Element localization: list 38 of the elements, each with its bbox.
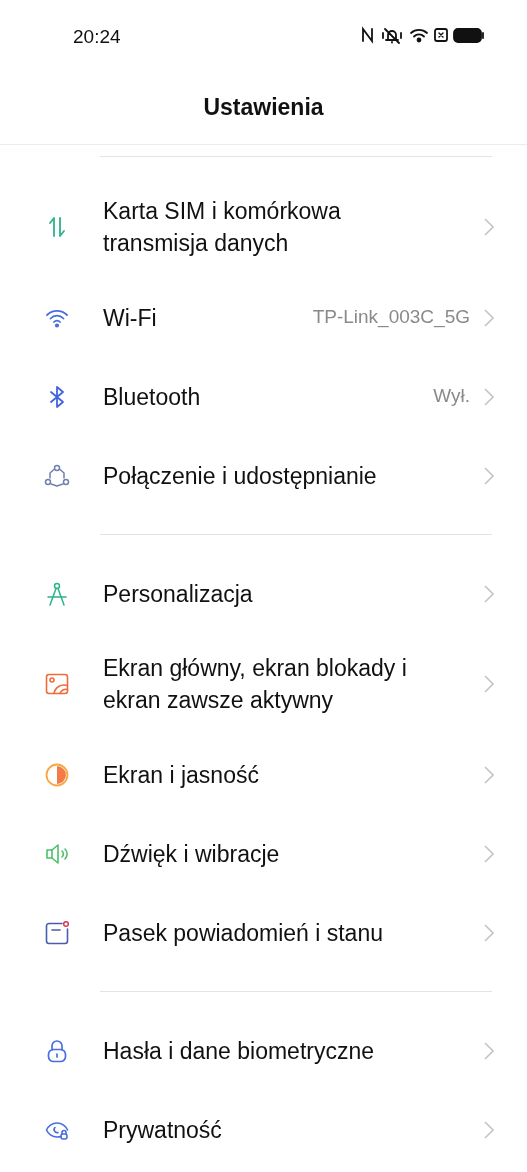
chevron-icon bbox=[484, 1041, 494, 1060]
chevron-icon bbox=[484, 308, 494, 327]
settings-row[interactable]: Personalizacja bbox=[0, 554, 527, 633]
row-label: Połączenie i udostępnianie bbox=[103, 461, 378, 491]
chevron-icon bbox=[484, 387, 494, 406]
settings-row[interactable]: Wi-Fi TP-Link_003C_5G bbox=[0, 278, 527, 357]
chevron-icon bbox=[484, 923, 494, 942]
settings-row[interactable]: Prywatność bbox=[0, 1090, 527, 1169]
chevron-icon bbox=[484, 1120, 494, 1139]
row-label: Ekran i jasność bbox=[103, 760, 260, 790]
row-label: Wi-Fi bbox=[103, 303, 158, 333]
clock: 20:24 bbox=[73, 24, 121, 49]
chevron-icon bbox=[484, 765, 494, 784]
settings-row[interactable]: Karta SIM i komórkowa transmisja danych bbox=[0, 176, 527, 278]
row-value: Wył. bbox=[433, 384, 470, 409]
chevron-icon bbox=[484, 218, 494, 236]
row-label: Pasek powiadomień i stanu bbox=[103, 918, 384, 948]
row-label: Dźwięk i wibracje bbox=[103, 839, 281, 869]
chevron-icon bbox=[484, 675, 494, 693]
page-title: Ustawienia bbox=[203, 92, 324, 122]
settings-row[interactable]: Pasek powiadomień i stanu bbox=[0, 893, 527, 972]
chevron-icon bbox=[484, 466, 494, 485]
settings-row[interactable]: Bluetooth Wył. bbox=[0, 357, 527, 436]
row-label: Karta SIM i komórkowa transmisja danych bbox=[103, 197, 342, 258]
row-label: Ekran główny, ekran blokady i ekran zawsze aktywny bbox=[103, 654, 408, 715]
settings-row[interactable]: Dźwięk i wibracje bbox=[0, 814, 527, 893]
notification-panel-icon bbox=[43, 918, 71, 947]
row-label: Prywatność bbox=[103, 1115, 223, 1145]
row-label: Bluetooth bbox=[103, 382, 202, 412]
settings-row[interactable]: Ekran i jasność bbox=[0, 735, 527, 814]
settings-row[interactable]: Ekran główny, ekran blokady i ekran zawsze aktywny bbox=[0, 633, 527, 735]
row-value: TP-Link_003C_5G bbox=[312, 305, 470, 330]
row-label: Personalizacja bbox=[103, 579, 254, 609]
settings-row[interactable]: Połączenie i udostępnianie bbox=[0, 436, 527, 515]
chevron-icon bbox=[484, 584, 494, 603]
settings-row[interactable]: Hasła i dane biometryczne bbox=[0, 1011, 527, 1090]
row-label: Hasła i dane biometryczne bbox=[103, 1036, 376, 1066]
chevron-icon bbox=[484, 844, 494, 863]
